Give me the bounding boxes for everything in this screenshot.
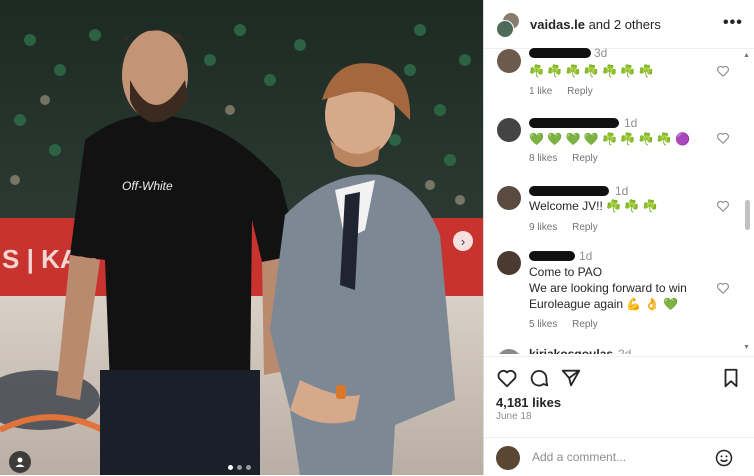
post-authors[interactable]: vaidas.le and 2 others xyxy=(530,17,661,32)
post-actions xyxy=(484,356,754,393)
carousel-dot xyxy=(246,465,251,470)
comment-item: 1d Welcome JV!! ☘️ ☘️ ☘️ 9 likes Reply xyxy=(484,184,740,242)
comment-item: 3d ☘️ ☘️ ☘️ ☘️ ☘️ ☘️ ☘️ 1 like Reply xyxy=(484,48,740,108)
add-comment-input[interactable] xyxy=(532,446,692,468)
comment-username-redacted xyxy=(529,48,591,58)
comments-list: 3d ☘️ ☘️ ☘️ ☘️ ☘️ ☘️ ☘️ 1 like Reply 1d … xyxy=(484,48,740,354)
comment-item: kiriakosgoulas 2d xyxy=(484,347,740,354)
bookmark-icon[interactable] xyxy=(720,367,742,389)
add-comment-bar xyxy=(484,437,754,476)
carousel-indicator xyxy=(228,465,251,470)
post-date: June 18 xyxy=(496,411,532,422)
avatar[interactable] xyxy=(497,49,521,73)
comment-text: 💚 💚 💚 💚 ☘️ ☘️ ☘️ ☘️ 🟣 xyxy=(529,132,691,146)
user-tag-icon xyxy=(15,457,25,467)
post-side-panel: vaidas.le and 2 others ••• 3d ☘️ ☘️ ☘️ ☘… xyxy=(483,0,754,475)
comment-icon[interactable] xyxy=(528,367,550,389)
comment-item: 1d Come to PAO We are looking forward to… xyxy=(484,249,740,339)
comment-username-redacted xyxy=(529,251,575,261)
heart-icon[interactable] xyxy=(496,367,518,389)
svg-text:Off-White: Off-White xyxy=(122,179,173,193)
photo-image: S | KAU Off-White xyxy=(0,0,483,475)
avatar[interactable] xyxy=(497,251,521,275)
likes-count[interactable]: 4,181 likes xyxy=(496,395,561,410)
comment-likes[interactable]: 8 likes xyxy=(529,153,557,164)
scroll-down-icon[interactable]: ▼ xyxy=(743,344,750,351)
heart-icon[interactable] xyxy=(716,131,730,145)
comment-time[interactable]: 2d xyxy=(618,347,631,354)
scrollbar-thumb[interactable] xyxy=(745,200,750,230)
comment-time[interactable]: 1d xyxy=(624,116,637,130)
comment-username-redacted xyxy=(529,186,609,196)
avatar[interactable] xyxy=(497,186,521,210)
heart-icon[interactable] xyxy=(716,281,730,295)
heart-icon[interactable] xyxy=(716,199,730,213)
comments-scrollbar[interactable]: ▲ ▼ xyxy=(741,48,753,354)
author-avatar[interactable] xyxy=(496,12,520,38)
comment-likes[interactable]: 9 likes xyxy=(529,222,557,233)
avatar[interactable] xyxy=(497,349,521,354)
carousel-dot xyxy=(237,465,242,470)
smiley-icon[interactable] xyxy=(714,448,734,468)
share-icon[interactable] xyxy=(560,367,582,389)
scroll-up-icon[interactable]: ▲ xyxy=(743,52,750,59)
comment-username-redacted xyxy=(529,118,619,128)
carousel-dot xyxy=(228,465,233,470)
avatar xyxy=(496,446,520,470)
heart-icon[interactable] xyxy=(716,64,730,78)
reply-button[interactable]: Reply xyxy=(572,319,598,330)
chevron-right-icon: › xyxy=(460,233,466,249)
coauthors-text[interactable]: and 2 others xyxy=(589,17,661,32)
comment-time[interactable]: 1d xyxy=(615,184,628,198)
comment-text: Welcome JV!! ☘️ ☘️ ☘️ xyxy=(529,199,658,213)
tagged-users-button[interactable] xyxy=(9,451,31,473)
carousel-next-button[interactable]: › xyxy=(453,231,473,251)
post-header: vaidas.le and 2 others ••• xyxy=(484,0,754,49)
comment-likes[interactable]: 5 likes xyxy=(529,319,557,330)
more-options-icon[interactable]: ••• xyxy=(723,14,743,32)
reply-button[interactable]: Reply xyxy=(572,222,598,233)
comment-time[interactable]: 3d xyxy=(594,48,607,60)
post-photo[interactable]: S | KAU Off-White › xyxy=(0,0,483,475)
reply-button[interactable]: Reply xyxy=(572,153,598,164)
comment-time[interactable]: 1d xyxy=(579,249,592,263)
comment-username[interactable]: kiriakosgoulas xyxy=(529,347,613,354)
comment-likes[interactable]: 1 like xyxy=(529,86,552,97)
avatar[interactable] xyxy=(497,118,521,142)
author-username[interactable]: vaidas.le xyxy=(530,17,585,32)
comment-text: ☘️ ☘️ ☘️ ☘️ ☘️ ☘️ ☘️ xyxy=(529,64,654,78)
comment-text: Come to PAO We are looking forward to wi… xyxy=(529,265,687,311)
comment-item: 1d 💚 💚 💚 💚 ☘️ ☘️ ☘️ ☘️ 🟣 8 likes Reply xyxy=(484,116,740,176)
reply-button[interactable]: Reply xyxy=(567,86,593,97)
